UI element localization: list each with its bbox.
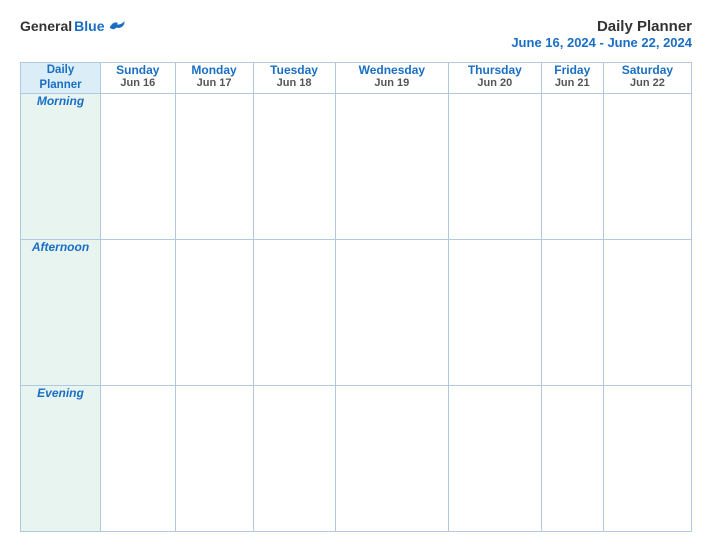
day-name-sunday: Sunday (101, 63, 175, 77)
slot-saturday-afternoon[interactable] (603, 239, 691, 385)
slot-wednesday-evening[interactable] (335, 385, 448, 531)
day-name-monday: Monday (176, 63, 253, 77)
slot-tuesday-evening[interactable] (253, 385, 335, 531)
title-area: Daily Planner June 16, 2024 - June 22, 2… (511, 18, 692, 50)
logo-general: General (20, 18, 72, 34)
day-date-friday: Jun 21 (542, 77, 603, 89)
slot-monday-afternoon[interactable] (175, 239, 253, 385)
logo-bird-icon (108, 19, 126, 33)
header-cell-sunday: Sunday Jun 16 (101, 63, 176, 94)
slot-wednesday-morning[interactable] (335, 93, 448, 239)
row-evening: Evening (21, 385, 692, 531)
day-name-wednesday: Wednesday (336, 63, 448, 77)
logo-area: General Blue (20, 18, 126, 34)
day-date-tuesday: Jun 18 (254, 77, 335, 89)
header-cell-thursday: Thursday Jun 20 (449, 63, 542, 94)
header-cell-monday: Monday Jun 17 (175, 63, 253, 94)
day-date-thursday: Jun 20 (449, 77, 541, 89)
header-label-text: DailyPlanner (39, 64, 81, 91)
slot-monday-morning[interactable] (175, 93, 253, 239)
slot-wednesday-afternoon[interactable] (335, 239, 448, 385)
header-cell-friday: Friday Jun 21 (541, 63, 603, 94)
planner-date-range: June 16, 2024 - June 22, 2024 (511, 35, 692, 50)
slot-label-afternoon: Afternoon (21, 239, 101, 385)
slot-label-evening: Evening (21, 385, 101, 531)
planner-title: Daily Planner (511, 18, 692, 35)
slot-thursday-evening[interactable] (449, 385, 542, 531)
header: General Blue Daily Planner June 16, 2024… (20, 18, 692, 50)
slot-label-morning: Morning (21, 93, 101, 239)
slot-monday-evening[interactable] (175, 385, 253, 531)
slot-thursday-morning[interactable] (449, 93, 542, 239)
day-date-monday: Jun 17 (176, 77, 253, 89)
logo-blue: Blue (74, 18, 104, 34)
slot-friday-evening[interactable] (541, 385, 603, 531)
slot-tuesday-morning[interactable] (253, 93, 335, 239)
day-name-tuesday: Tuesday (254, 63, 335, 77)
day-date-sunday: Jun 16 (101, 77, 175, 89)
logo: General Blue (20, 18, 126, 34)
slot-sunday-afternoon[interactable] (101, 239, 176, 385)
slot-saturday-morning[interactable] (603, 93, 691, 239)
slot-sunday-evening[interactable] (101, 385, 176, 531)
day-name-saturday: Saturday (604, 63, 691, 77)
day-date-saturday: Jun 22 (604, 77, 691, 89)
slot-friday-morning[interactable] (541, 93, 603, 239)
slot-thursday-afternoon[interactable] (449, 239, 542, 385)
calendar-table: DailyPlanner Sunday Jun 16 Monday Jun 17… (20, 62, 692, 532)
header-cell-saturday: Saturday Jun 22 (603, 63, 691, 94)
page: General Blue Daily Planner June 16, 2024… (0, 0, 712, 550)
slot-saturday-evening[interactable] (603, 385, 691, 531)
day-name-thursday: Thursday (449, 63, 541, 77)
row-morning: Morning (21, 93, 692, 239)
row-afternoon: Afternoon (21, 239, 692, 385)
slot-friday-afternoon[interactable] (541, 239, 603, 385)
slot-tuesday-afternoon[interactable] (253, 239, 335, 385)
day-name-friday: Friday (542, 63, 603, 77)
header-row: DailyPlanner Sunday Jun 16 Monday Jun 17… (21, 63, 692, 94)
header-cell-tuesday: Tuesday Jun 18 (253, 63, 335, 94)
header-cell-daily-planner: DailyPlanner (21, 63, 101, 94)
slot-sunday-morning[interactable] (101, 93, 176, 239)
day-date-wednesday: Jun 19 (336, 77, 448, 89)
header-cell-wednesday: Wednesday Jun 19 (335, 63, 448, 94)
